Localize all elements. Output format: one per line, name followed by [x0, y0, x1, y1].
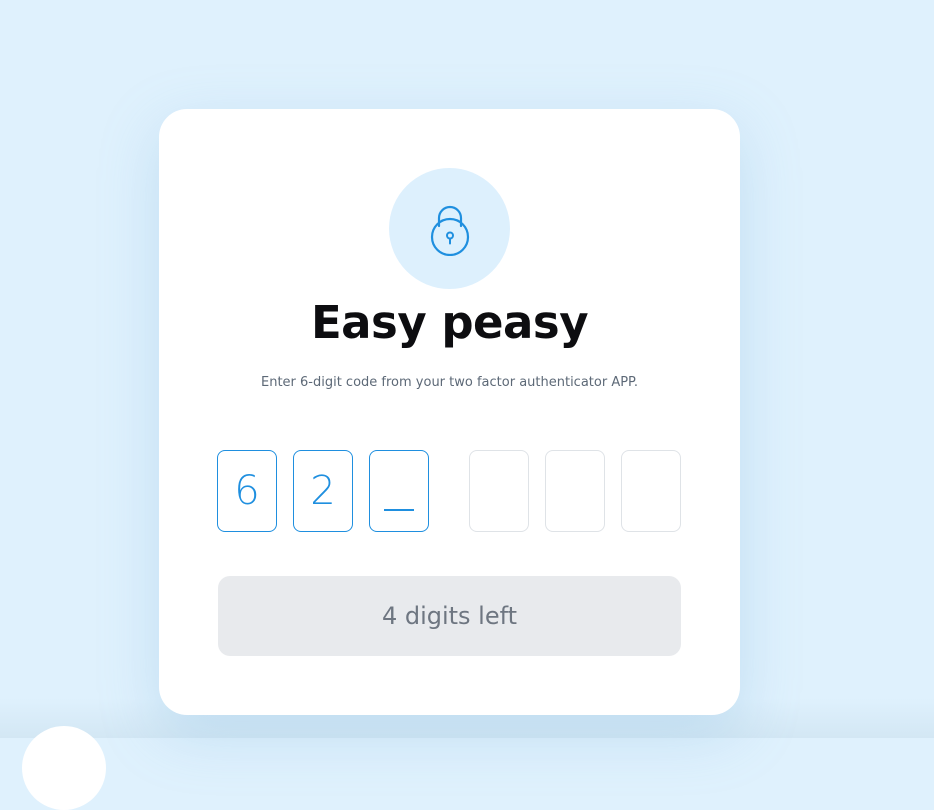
- code-digit-1-value: 6: [234, 468, 260, 514]
- code-digit-5[interactable]: [545, 450, 605, 532]
- lock-icon: [430, 205, 470, 256]
- page-title: Easy peasy: [310, 296, 589, 349]
- code-digit-2-value: 2: [310, 468, 336, 514]
- input-cursor: [384, 509, 414, 511]
- digits-left-button[interactable]: 4 digits left: [218, 576, 681, 656]
- code-digit-6[interactable]: [621, 450, 681, 532]
- corner-circle-decoration: [22, 726, 106, 810]
- code-digit-2[interactable]: 2: [293, 450, 353, 532]
- code-digit-4[interactable]: [469, 450, 529, 532]
- code-digit-1[interactable]: 6: [217, 450, 277, 532]
- code-digit-3[interactable]: [369, 450, 429, 532]
- instructions-text: Enter 6-digit code from your two factor …: [260, 375, 639, 390]
- lock-icon-badge: [389, 168, 510, 289]
- two-factor-card: Easy peasy Enter 6-digit code from your …: [159, 109, 740, 715]
